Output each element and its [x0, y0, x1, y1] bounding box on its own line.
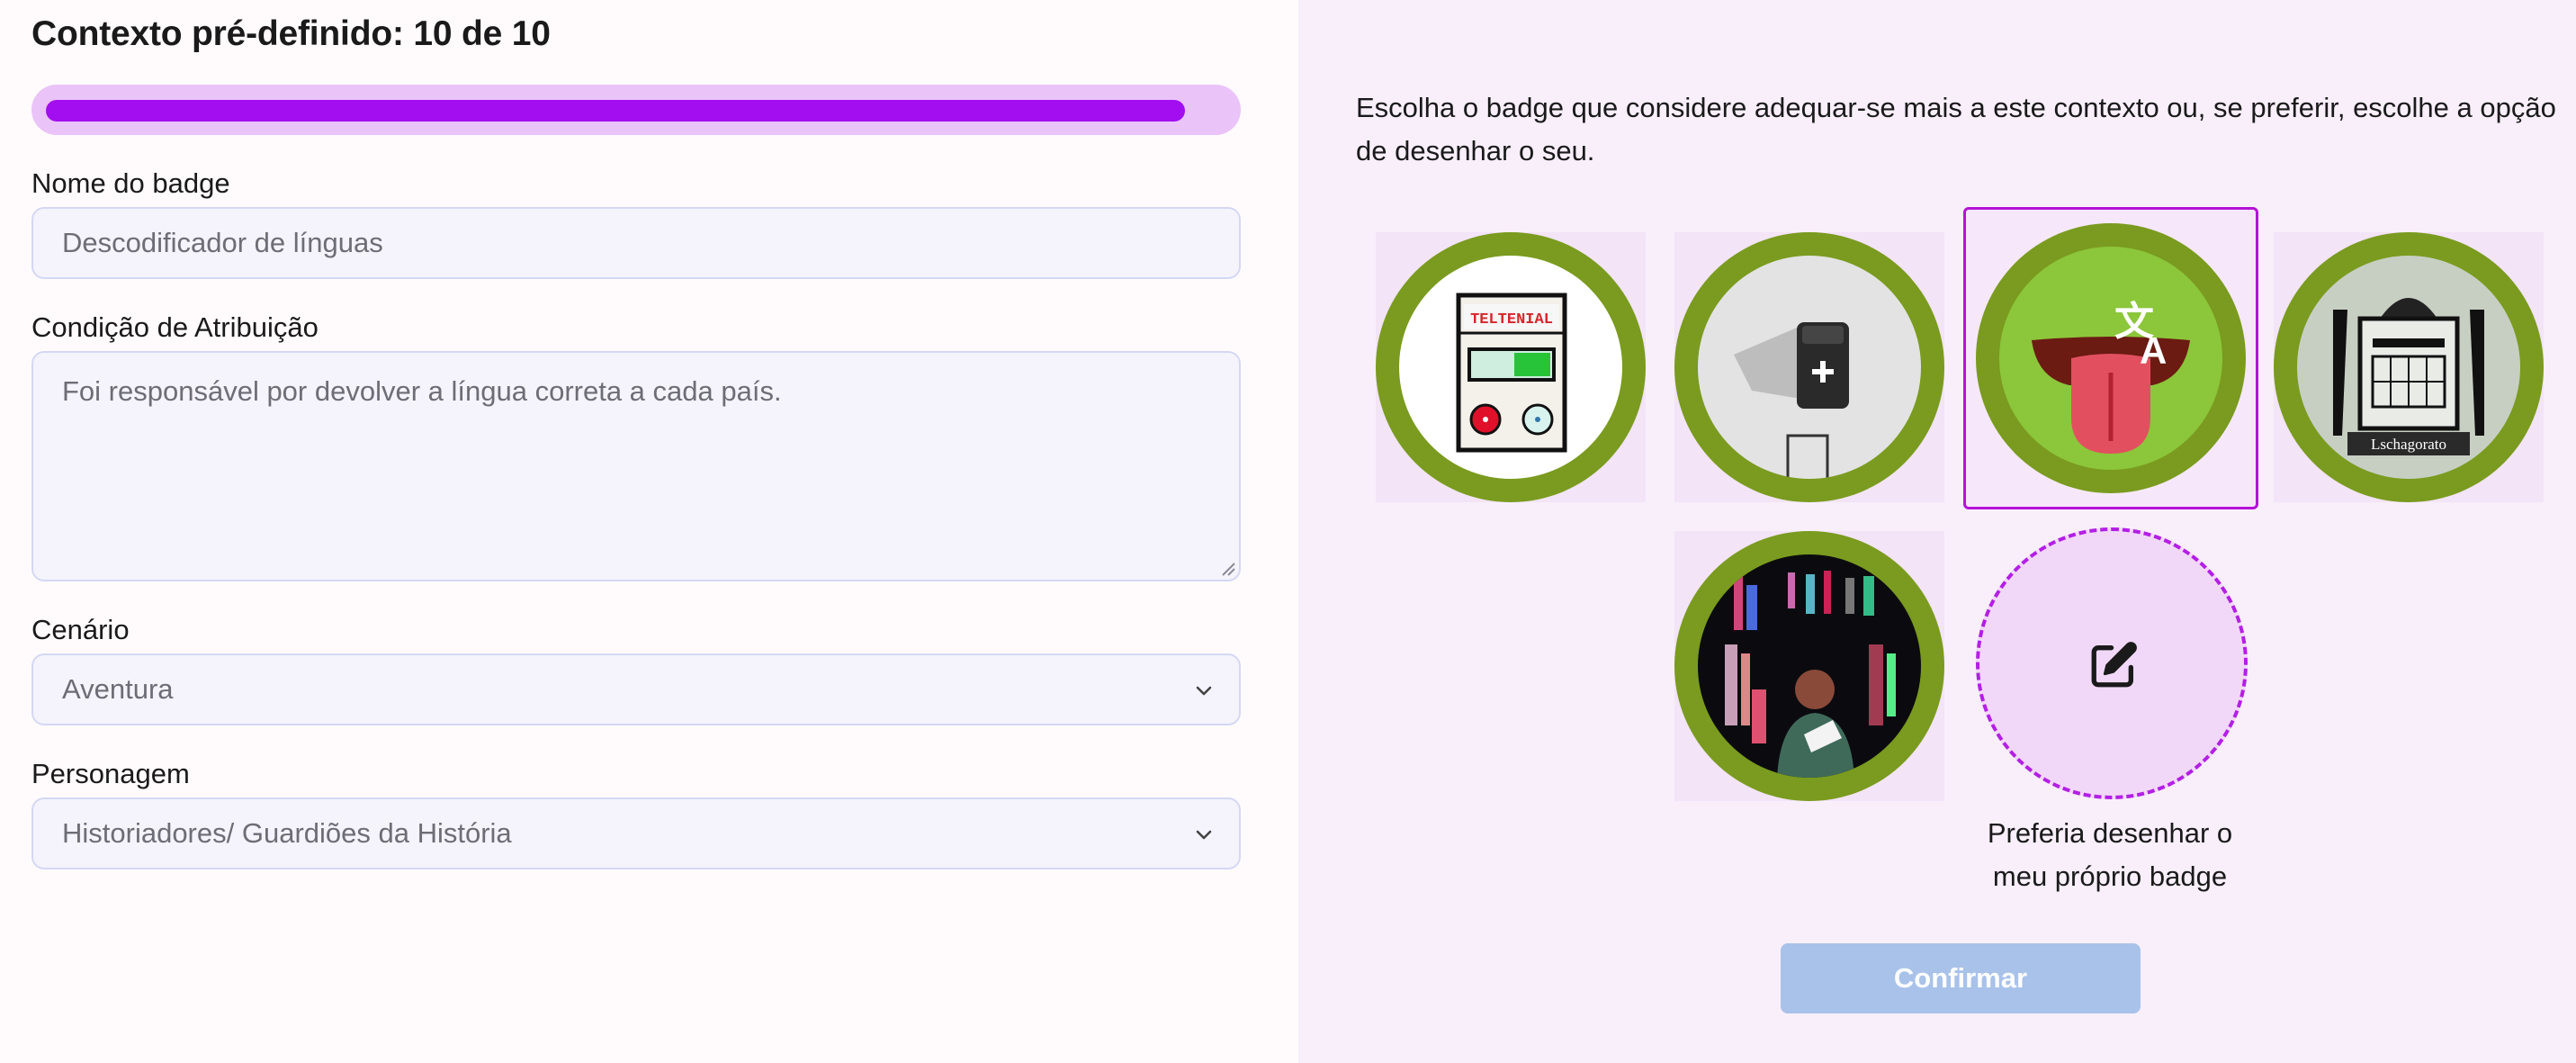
badge-option-3[interactable]: 文 A [1963, 207, 2258, 509]
scenario-select[interactable]: Aventura [31, 653, 1241, 725]
character-value: Historiadores/ Guardiões da História [62, 817, 512, 849]
badge-ring: Lschagorato [2274, 232, 2544, 502]
draw-own-caption-line2: meu próprio badge [1992, 860, 2228, 892]
badge-name-input[interactable]: Descodificador de línguas [31, 207, 1241, 279]
machine-engraving-icon: Lschagorato [2333, 298, 2484, 455]
condition-label: Condição de Atribuição [31, 311, 319, 343]
device-card-icon: TELTENIAL [1456, 293, 1567, 453]
scenario-label: Cenário [31, 614, 130, 645]
resize-handle-icon[interactable] [1219, 560, 1235, 576]
badge-option-1[interactable]: TELTENIAL [1376, 232, 1646, 502]
draw-own-caption-line1: Preferia desenhar o [1987, 817, 2233, 849]
character-select[interactable]: Historiadores/ Guardiões da História [31, 797, 1241, 869]
draw-own-caption: Preferia desenhar o meu próprio badge [1948, 812, 2272, 898]
badge-option-5[interactable] [1674, 531, 1944, 801]
bookshelf-figure-icon [1725, 571, 1896, 778]
badge-name-value: Descodificador de línguas [62, 227, 383, 258]
tongue-translate-icon: 文 A [2032, 299, 2190, 454]
badge-ring [1674, 531, 1944, 801]
badge-option-4[interactable]: Lschagorato [2274, 232, 2544, 502]
badge-4-text: Lschagorato [2371, 436, 2446, 453]
badge-picker-panel: Escolha o badge que considere adequar-se… [1298, 0, 2576, 1063]
progress-bar [31, 85, 1241, 135]
badge-instructions: Escolha o badge que considere adequar-se… [1356, 92, 2556, 167]
badge-image [1698, 256, 1921, 479]
badge-ring: 文 A [1976, 223, 2246, 493]
edit-icon [2091, 642, 2137, 688]
condition-textarea[interactable]: Foi responsável por devolver a língua co… [31, 351, 1241, 581]
badge-image: TELTENIAL [1399, 256, 1622, 479]
badge-image: Lschagorato [2297, 256, 2520, 479]
form-panel: Contexto pré-definido: 10 de 10 Nome do … [0, 0, 1298, 1063]
page-title: Contexto pré-definido: 10 de 10 [31, 14, 551, 53]
condition-value: Foi responsável por devolver a língua co… [62, 375, 782, 407]
badge-1-text: TELTENIAL [1470, 311, 1553, 329]
badge-image [1698, 554, 1921, 778]
character-label: Personagem [31, 758, 190, 789]
plus-block-icon [1734, 322, 1849, 479]
badge-name-label: Nome do badge [31, 167, 230, 199]
chevron-down-icon [1196, 830, 1212, 840]
progress-bar-fill [46, 100, 1185, 122]
confirm-button[interactable]: Confirmar [1781, 943, 2141, 1013]
badge-ring: TELTENIAL [1376, 232, 1646, 502]
scenario-value: Aventura [62, 673, 174, 705]
badge-ring [1674, 232, 1944, 502]
badge-option-2[interactable] [1674, 232, 1944, 502]
chevron-down-icon [1196, 686, 1212, 696]
badge-image: 文 A [1999, 247, 2222, 470]
draw-own-badge-button[interactable] [1976, 527, 2248, 799]
svg-text:A: A [2140, 329, 2167, 372]
